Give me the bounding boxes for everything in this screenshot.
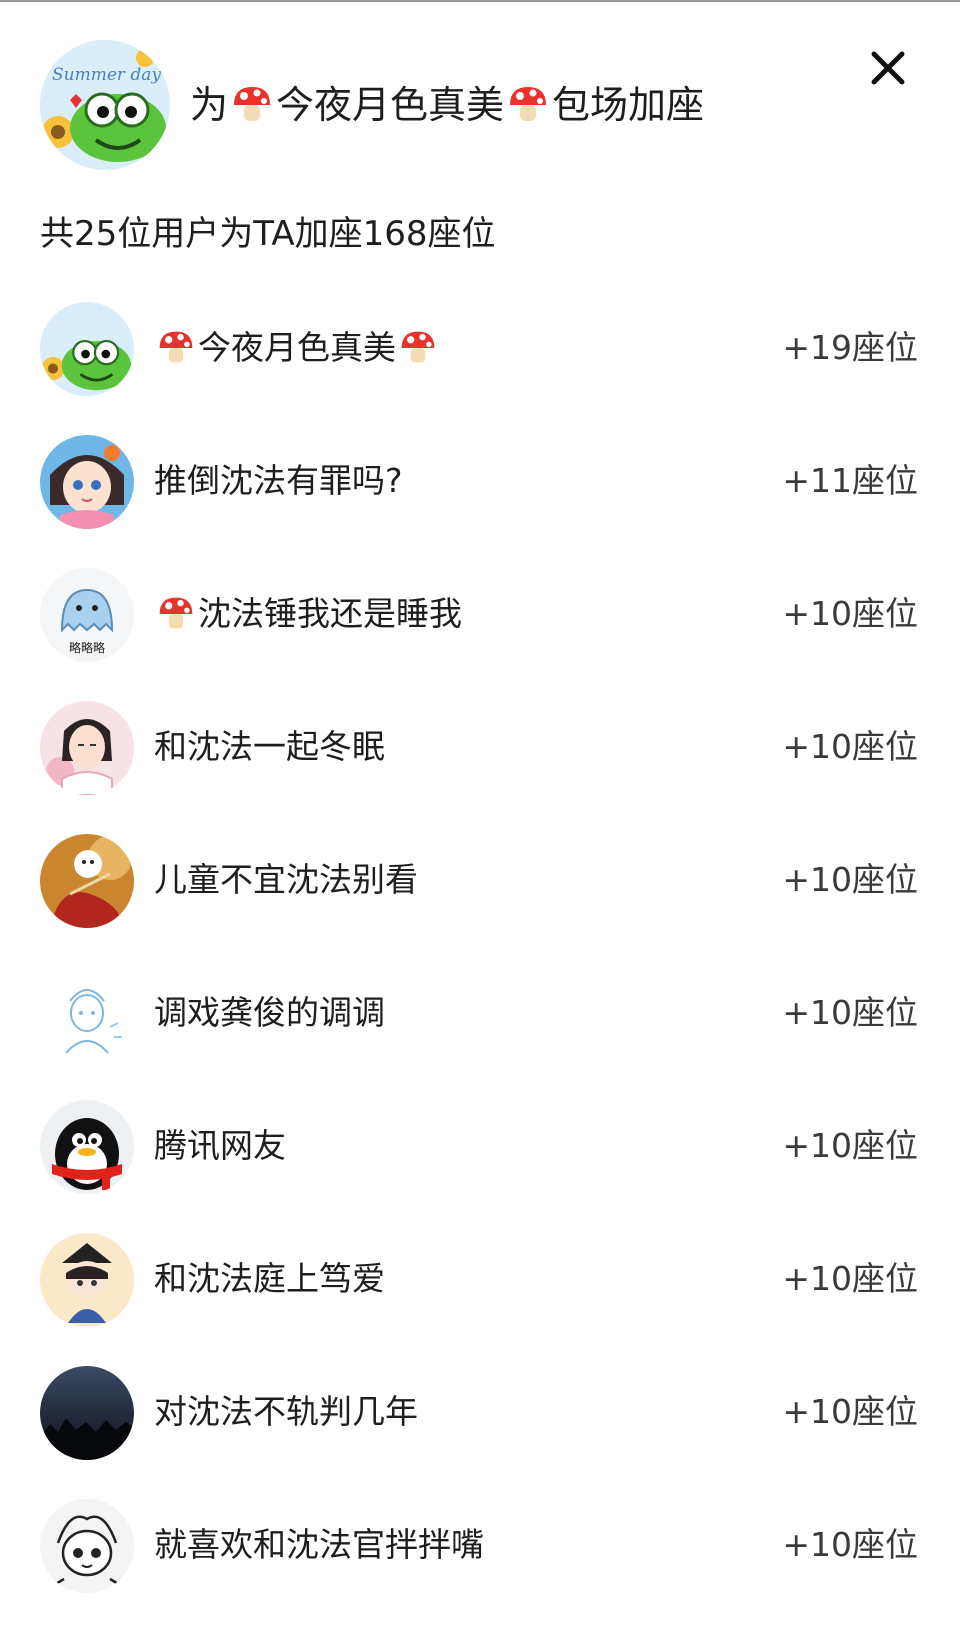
- summary-text: 共25位用户为TA加座168座位: [40, 214, 496, 254]
- host-avatar[interactable]: Summer day: [40, 40, 170, 170]
- user-name: 和沈法庭上笃爱: [154, 1255, 385, 1303]
- user-name: 和沈法一起冬眠: [154, 723, 385, 771]
- user-name-label: 推倒沈法有罪吗?: [154, 461, 403, 500]
- list-item[interactable]: 略略略 沈法锤我还是睡我 +10座位: [0, 548, 960, 681]
- user-name: 推倒沈法有罪吗?: [154, 457, 403, 505]
- page-title: 为 今夜月色真美 包场加座: [190, 80, 704, 130]
- seat-count: +19座位: [782, 328, 918, 367]
- list-item[interactable]: 和沈法一起冬眠 +10座位: [0, 681, 960, 814]
- seat-count: +10座位: [782, 1126, 918, 1165]
- list-item[interactable]: 儿童不宜沈法别看 +10座位: [0, 814, 960, 947]
- user-name-label: 儿童不宜沈法别看: [154, 860, 418, 899]
- top-divider: [0, 0, 960, 2]
- frog-avatar: [40, 302, 134, 396]
- night-sky-avatar: [40, 1366, 134, 1460]
- list-item[interactable]: 就喜欢和沈法官拌拌嘴 +10座位: [0, 1479, 960, 1612]
- user-name-label: 和沈法庭上笃爱: [154, 1259, 385, 1298]
- list-item[interactable]: 和沈法庭上笃爱 +10座位: [0, 1213, 960, 1346]
- seat-count: +10座位: [782, 1259, 918, 1298]
- seat-count: +10座位: [782, 993, 918, 1032]
- close-button[interactable]: [860, 40, 916, 96]
- puppy-avatar: [40, 834, 134, 928]
- title-name: 今夜月色真美: [276, 83, 505, 127]
- user-name-label: 今夜月色真美: [198, 328, 396, 367]
- mushroom-icon: [156, 328, 196, 368]
- lineart-boy-avatar: [40, 1499, 134, 1593]
- title-suffix: 包场加座: [552, 83, 705, 127]
- seat-count: +10座位: [782, 594, 918, 633]
- user-name: 沈法锤我还是睡我: [154, 590, 462, 638]
- avatar-lettering: Summer day: [52, 65, 161, 85]
- seat-count: +10座位: [782, 1392, 918, 1431]
- list-item[interactable]: 对沈法不轨判几年 +10座位: [0, 1346, 960, 1479]
- avatar-caption: 略略略: [69, 640, 105, 655]
- list-item[interactable]: 推倒沈法有罪吗? +11座位: [0, 415, 960, 548]
- mushroom-icon: [156, 594, 196, 634]
- chibi-avatar: [40, 1233, 134, 1327]
- guofeng-boy-avatar: [40, 701, 134, 795]
- list-item[interactable]: 腾讯网友 +10座位: [0, 1080, 960, 1213]
- user-name: 腾讯网友: [154, 1122, 286, 1170]
- title-prefix: 为: [190, 83, 229, 127]
- user-name-label: 调戏龚俊的调调: [154, 993, 385, 1032]
- supporter-list: 今夜月色真美 +19座位 推倒沈法有罪吗? +11座位 略略略 沈法锤我还是睡我…: [0, 282, 960, 1612]
- mushroom-icon: [506, 83, 550, 127]
- user-name: 今夜月色真美: [154, 324, 440, 372]
- list-item[interactable]: 今夜月色真美 +19座位: [0, 282, 960, 415]
- sketch-boy-avatar: [40, 967, 134, 1061]
- blue-ghost-avatar: 略略略: [40, 568, 134, 662]
- user-name-label: 腾讯网友: [154, 1126, 286, 1165]
- user-name: 就喜欢和沈法官拌拌嘴: [154, 1521, 484, 1569]
- seat-count: +10座位: [782, 1525, 918, 1564]
- user-name: 调戏龚俊的调调: [154, 989, 385, 1037]
- seat-count: +11座位: [782, 461, 918, 500]
- user-name-label: 对沈法不轨判几年: [154, 1392, 418, 1431]
- close-icon: [871, 51, 905, 85]
- penguin-avatar: [40, 1100, 134, 1194]
- mushroom-icon: [230, 83, 274, 127]
- anime-girl-avatar: [40, 435, 134, 529]
- mushroom-icon: [398, 328, 438, 368]
- header: Summer day 为 今夜月色真美 包场加座: [40, 40, 920, 170]
- seat-count: +10座位: [782, 727, 918, 766]
- user-name: 儿童不宜沈法别看: [154, 856, 418, 904]
- user-name: 对沈法不轨判几年: [154, 1388, 418, 1436]
- user-name-label: 沈法锤我还是睡我: [198, 594, 462, 633]
- user-name-label: 就喜欢和沈法官拌拌嘴: [154, 1525, 484, 1564]
- user-name-label: 和沈法一起冬眠: [154, 727, 385, 766]
- list-item[interactable]: 调戏龚俊的调调 +10座位: [0, 947, 960, 1080]
- seat-count: +10座位: [782, 860, 918, 899]
